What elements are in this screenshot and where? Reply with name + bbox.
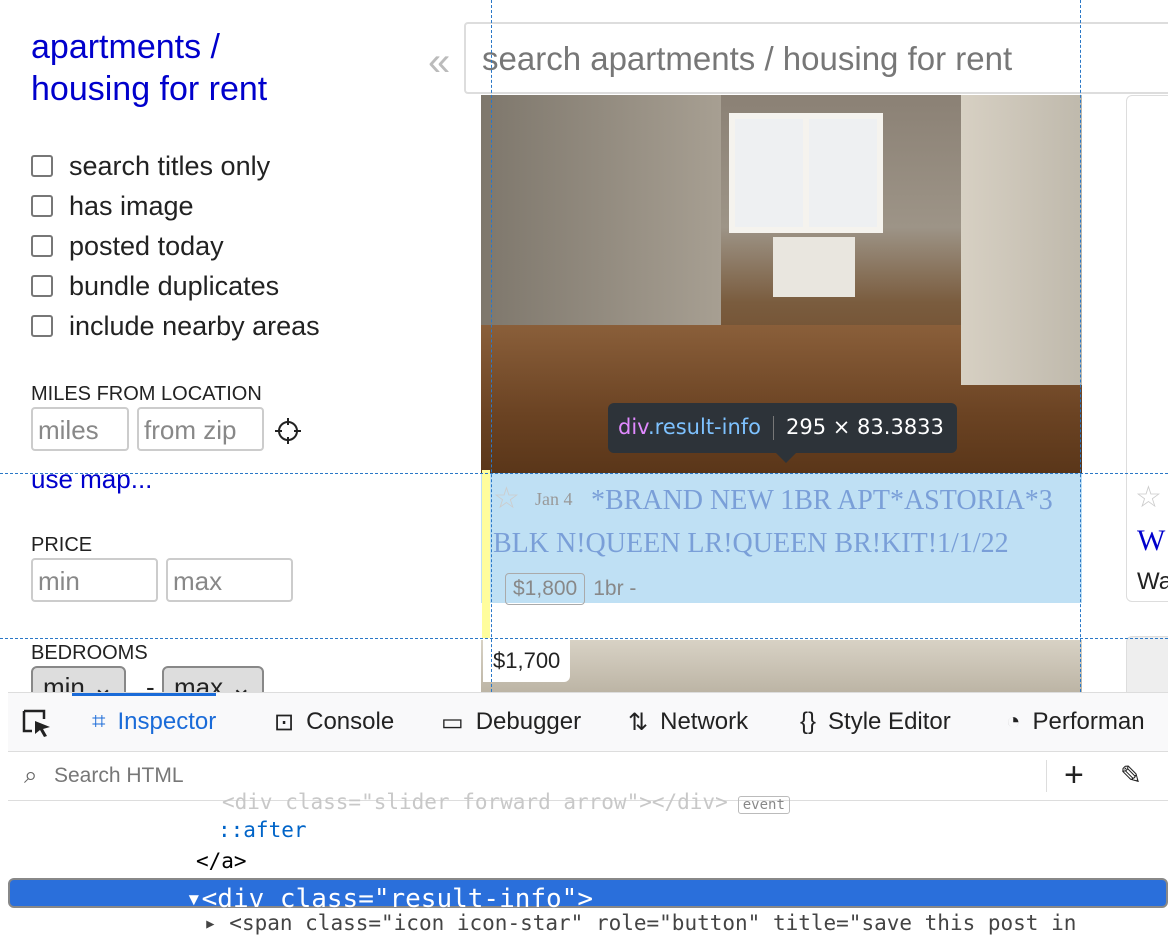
next-listing-price: $1,700 [483, 640, 571, 682]
right-listing-title[interactable]: W [1137, 524, 1165, 558]
right-listing-card-2[interactable] [1126, 636, 1168, 692]
checkbox-label: posted today [69, 230, 224, 261]
tab-inspector[interactable]: ⌗ Inspector [71, 693, 217, 751]
photo-doorway [961, 95, 1082, 385]
checkbox[interactable] [31, 275, 53, 297]
code-text: <div class="slider forward arrow"></div> [222, 790, 728, 814]
search-titles-only-option[interactable]: search titles only [31, 151, 270, 181]
tab-network[interactable]: ⇅ Network [628, 693, 748, 751]
code-line[interactable]: ::after [218, 815, 1158, 845]
code-line-selected[interactable]: ▾<div class="result-info"> [8, 878, 1168, 914]
checkbox[interactable] [31, 235, 53, 257]
guide-line-horizontal [0, 473, 1168, 474]
use-map-link[interactable]: use map... [31, 464, 152, 495]
zip-input[interactable]: from zip [137, 407, 264, 451]
tab-console[interactable]: ⊡ Console [274, 693, 394, 751]
element-picker-icon[interactable] [20, 707, 54, 739]
tab-label: Inspector [117, 708, 217, 735]
miles-input[interactable]: miles [31, 407, 129, 451]
tab-debugger[interactable]: ▭ Debugger [441, 693, 581, 751]
title-line-1[interactable]: apartments / [31, 28, 220, 66]
select-value: max [174, 672, 224, 692]
html-search-input[interactable]: Search HTML [54, 764, 184, 788]
network-icon: ⇅ [628, 708, 649, 736]
code-line[interactable]: ▸ <span class="icon icon-star" role="but… [204, 908, 1164, 938]
checkbox-label: has image [69, 190, 194, 221]
expand-triangle-icon[interactable]: ▾ [186, 884, 202, 914]
code-text: <span class="icon icon-star" role="butto… [229, 911, 1077, 935]
guide-line-vertical [1080, 0, 1081, 692]
price-max-input[interactable]: max [166, 558, 293, 602]
tab-style-editor[interactable]: {} Style Editor [800, 693, 951, 751]
checkbox-label: bundle duplicates [69, 270, 280, 301]
bedrooms-min-select[interactable]: min ⌄ [31, 666, 126, 692]
checkbox[interactable] [31, 155, 53, 177]
bundle-duplicates-option[interactable]: bundle duplicates [31, 271, 279, 301]
checkbox-label: include nearby areas [69, 310, 320, 341]
tab-label: Console [306, 708, 395, 735]
miles-section-label: MILES FROM LOCATION [31, 383, 262, 405]
bedrooms-max-select[interactable]: max ⌄ [162, 666, 265, 692]
favorite-star-icon[interactable]: ☆ [1135, 480, 1162, 515]
price-section-label: PRICE [31, 534, 93, 556]
checkbox-label: search titles only [69, 150, 271, 181]
listing-title-block: *BRAND NEW 1BR APT*ASTORIA*3 BLK N!QUEEN… [493, 479, 1073, 610]
page-title[interactable]: apartments / housing for rent [31, 26, 267, 110]
inspector-icon: ⌗ [92, 708, 106, 735]
code-line[interactable]: <div class="slider forward arrow"></div>… [222, 787, 1122, 817]
title-line-2[interactable]: housing for rent [31, 70, 267, 108]
tooltip-class: .result-info [647, 415, 762, 439]
listing-meta: 1br - [593, 577, 637, 600]
console-icon: ⊡ [274, 708, 295, 736]
tab-label: Debugger [475, 708, 582, 735]
tab-label: Performan [1032, 708, 1145, 735]
photo-radiator [773, 237, 855, 297]
locate-me-icon[interactable] [275, 418, 301, 444]
tab-performance[interactable]: ◔ Performan [1006, 693, 1145, 751]
result-info: ☆ Jan 4 *BRAND NEW 1BR APT*ASTORIA*3 BLK… [481, 473, 1082, 605]
search-input[interactable]: search apartments / housing for rent [464, 22, 1168, 94]
event-badge[interactable]: event [737, 796, 790, 814]
listing-card[interactable]: ☆ Jan 4 *BRAND NEW 1BR APT*ASTORIA*3 BLK… [481, 95, 1082, 605]
style-editor-icon: {} [800, 708, 817, 735]
right-listing-card[interactable]: ☆ W Wa [1126, 95, 1168, 602]
chevron-down-icon: ⌄ [230, 672, 253, 692]
performance-icon: ◔ [1006, 708, 1021, 735]
select-value: min [43, 672, 85, 692]
devtools-panel: ⌗ Inspector ⊡ Console ▭ Debugger ⇅ Network {… [8, 692, 1168, 935]
craigslist-page: apartments / housing for rent search tit… [0, 0, 1168, 692]
tab-label: Style Editor [828, 708, 951, 735]
search-icon: ⌕ [24, 762, 38, 789]
tooltip-tag: div [618, 415, 648, 439]
listing-price: $1,800 [505, 573, 586, 605]
checkbox[interactable] [31, 195, 53, 217]
collapsed-triangle-icon[interactable]: ▸ [204, 911, 229, 935]
listing-title-link[interactable]: *BRAND NEW 1BR APT*ASTORIA*3 BLK N!QUEEN… [493, 485, 1053, 559]
devtools-toolbar: ⌗ Inspector ⊡ Console ▭ Debugger ⇅ Network {… [8, 693, 1168, 752]
next-listing-photo[interactable] [481, 640, 1082, 692]
bedrooms-section-label: BEDROOMS [31, 642, 148, 664]
collapse-sidebar-button[interactable]: « [428, 40, 450, 85]
include-nearby-areas-option[interactable]: include nearby areas [31, 311, 320, 341]
tooltip-separator [773, 416, 775, 440]
photo-wall [481, 95, 721, 355]
padding-highlight [482, 470, 490, 638]
debugger-icon: ▭ [441, 708, 464, 736]
range-dash: - [146, 672, 155, 692]
guide-line-vertical [491, 0, 492, 692]
search-sidebar: apartments / housing for rent search tit… [0, 0, 460, 692]
right-listing-subtitle: Wa [1137, 568, 1168, 595]
has-image-option[interactable]: has image [31, 191, 194, 221]
inspector-tooltip: div.result-info 295 × 83.3833 [608, 403, 957, 463]
price-min-input[interactable]: min [31, 558, 158, 602]
checkbox[interactable] [31, 315, 53, 337]
posted-today-option[interactable]: posted today [31, 231, 224, 261]
tab-label: Network [660, 708, 749, 735]
guide-line-horizontal [0, 638, 1168, 639]
eyedropper-icon[interactable]: ✎ [1120, 760, 1142, 791]
tooltip-size: 295 × 83.3833 [786, 415, 944, 439]
chevron-down-icon: ⌄ [92, 672, 114, 692]
photo-window [729, 113, 883, 233]
code-line[interactable]: </a> [196, 846, 1156, 876]
